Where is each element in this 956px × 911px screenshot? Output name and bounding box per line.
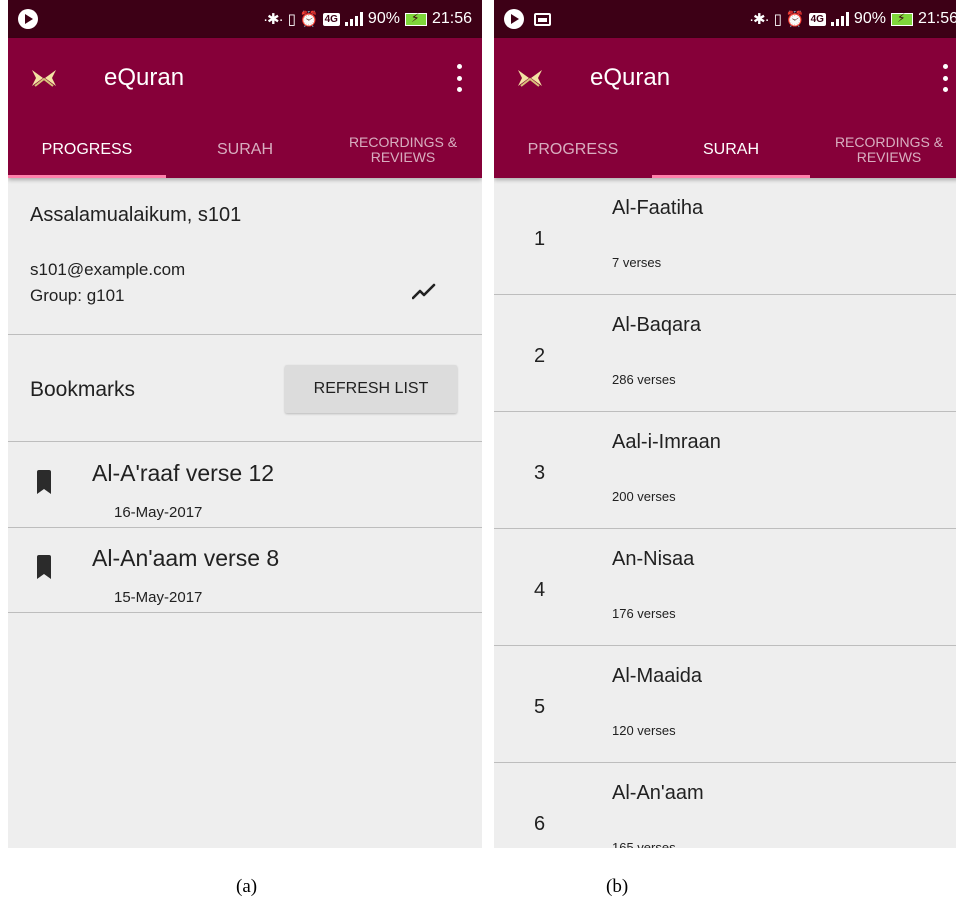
surah-name: Al-Faatiha <box>612 197 704 219</box>
tab-bar: PROGRESS SURAH RECORDINGS & REVIEWS <box>494 122 956 178</box>
surah-verse-count: 286 verses <box>612 372 676 387</box>
tab-surah[interactable]: SURAH <box>652 122 810 178</box>
bookmark-date: 15-May-2017 <box>114 589 203 606</box>
battery-percent: 90% <box>853 10 886 27</box>
surah-item[interactable]: 1 Al-Faatiha 7 verses <box>494 178 956 295</box>
figure-caption-a: (a) <box>236 876 258 897</box>
surah-name: Al-Maaida <box>612 665 703 687</box>
overflow-menu-icon[interactable] <box>454 64 464 92</box>
tab-progress[interactable]: PROGRESS <box>8 122 166 178</box>
status-time: 21:56 <box>917 10 956 27</box>
bluetooth-sound-icon: ·✱· <box>749 11 770 28</box>
app-bar: eQuran PROGRESS SURAH RECORDINGS & REVIE… <box>8 38 482 178</box>
network-type-badge: 4G <box>808 12 826 26</box>
tab-recordings-reviews[interactable]: RECORDINGS & REVIEWS <box>810 122 956 178</box>
status-bar: ·✱· ▯ ⏰ 4G 90% 21:56 <box>8 0 482 38</box>
bookmark-title: Al-A'raaf verse 12 <box>92 460 275 486</box>
app-bar: eQuran PROGRESS SURAH RECORDINGS & REVIE… <box>494 38 956 178</box>
quran-book-logo-icon <box>32 70 56 87</box>
user-group: Group: g101 <box>30 286 125 305</box>
tab-recordings-label: RECORDINGS & REVIEWS <box>348 134 458 165</box>
vibrate-icon: ▯ <box>773 11 782 28</box>
surah-number: 2 <box>534 345 546 367</box>
surah-item[interactable]: 5 Al-Maaida 120 verses <box>494 646 956 763</box>
network-type-badge: 4G <box>322 12 340 26</box>
surah-item[interactable]: 4 An-Nisaa 176 verses <box>494 529 956 646</box>
battery-percent: 90% <box>367 10 400 27</box>
bookmark-item[interactable]: Al-A'raaf verse 12 16-May-2017 <box>8 442 482 528</box>
surah-item[interactable]: 3 Aal-i-Imraan 200 verses <box>494 412 956 529</box>
divider <box>8 334 482 335</box>
app-title: eQuran <box>590 64 671 91</box>
play-notification-icon <box>504 9 524 29</box>
bookmark-title: Al-An'aam verse 8 <box>92 545 280 571</box>
status-time: 21:56 <box>431 10 472 27</box>
user-email: s101@example.com <box>30 260 186 279</box>
image-notification-icon <box>534 12 551 26</box>
overflow-menu-icon[interactable] <box>940 64 950 92</box>
signal-strength-icon <box>344 12 363 26</box>
play-notification-icon <box>18 9 38 29</box>
refresh-list-button[interactable]: REFRESH LIST <box>285 365 457 413</box>
screen-progress: ·✱· ▯ ⏰ 4G 90% 21:56 eQuran PROGRESS SUR… <box>8 0 482 848</box>
surah-item[interactable]: 2 Al-Baqara 286 verses <box>494 295 956 412</box>
tab-recordings-label: RECORDINGS & REVIEWS <box>834 134 944 165</box>
surah-number: 6 <box>534 813 546 835</box>
tab-recordings-reviews[interactable]: RECORDINGS & REVIEWS <box>324 122 482 178</box>
surah-number: 1 <box>534 228 546 250</box>
greeting-text: Assalamualaikum, s101 <box>30 204 242 226</box>
alarm-icon: ⏰ <box>785 11 805 28</box>
surah-verse-count: 120 verses <box>612 723 676 738</box>
surah-verse-count: 165 verses <box>612 840 676 848</box>
signal-strength-icon <box>830 12 849 26</box>
figure-caption-b: (b) <box>606 876 629 897</box>
battery-charging-icon <box>890 11 913 26</box>
status-bar: ·✱· ▯ ⏰ 4G 90% 21:56 <box>494 0 956 38</box>
vibrate-icon: ▯ <box>287 11 296 28</box>
surah-name: Al-Baqara <box>612 314 701 336</box>
bookmark-item[interactable]: Al-An'aam verse 8 15-May-2017 <box>8 527 482 613</box>
surah-number: 3 <box>534 462 546 484</box>
screen-surah: ·✱· ▯ ⏰ 4G 90% 21:56 eQuran PROGRESS SUR… <box>494 0 956 848</box>
app-title: eQuran <box>104 64 185 91</box>
divider <box>8 612 482 613</box>
alarm-icon: ⏰ <box>299 11 319 28</box>
quran-book-logo-icon <box>518 70 542 87</box>
surah-name: Aal-i-Imraan <box>612 431 721 453</box>
tab-bar: PROGRESS SURAH RECORDINGS & REVIEWS <box>8 122 482 178</box>
bookmark-icon <box>37 555 51 579</box>
tab-surah[interactable]: SURAH <box>166 122 324 178</box>
surah-number: 4 <box>534 579 546 601</box>
surah-verse-count: 7 verses <box>612 255 662 270</box>
bluetooth-sound-icon: ·✱· <box>263 11 284 28</box>
surah-name: An-Nisaa <box>612 548 695 570</box>
surah-name: Al-An'aam <box>612 782 704 804</box>
bookmarks-heading: Bookmarks <box>30 378 136 401</box>
surah-item[interactable]: 6 Al-An'aam 165 verses <box>494 763 956 848</box>
battery-charging-icon <box>404 11 427 26</box>
bookmark-date: 16-May-2017 <box>114 504 203 521</box>
surah-verse-count: 176 verses <box>612 606 676 621</box>
trending-chart-icon[interactable] <box>412 282 436 300</box>
surah-verse-count: 200 verses <box>612 489 676 504</box>
bookmark-icon <box>37 470 51 494</box>
surah-number: 5 <box>534 696 546 718</box>
tab-progress[interactable]: PROGRESS <box>494 122 652 178</box>
